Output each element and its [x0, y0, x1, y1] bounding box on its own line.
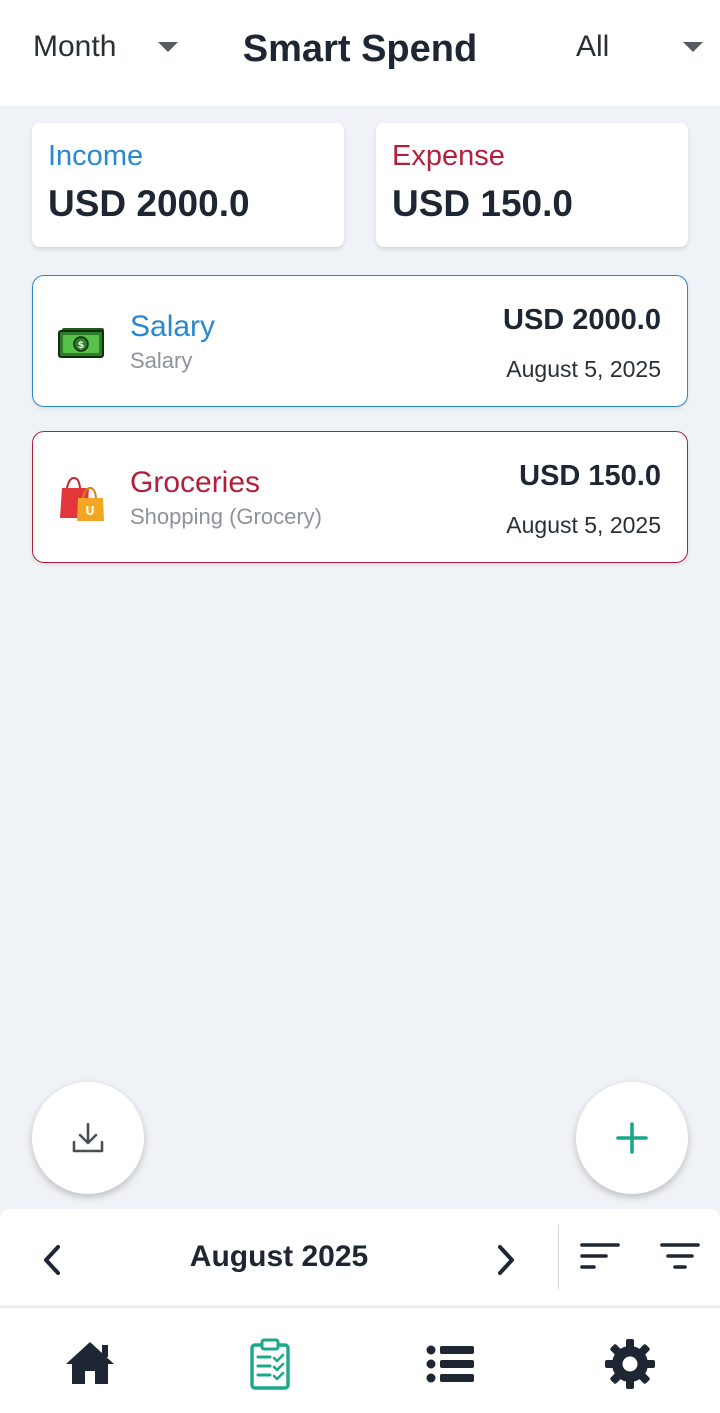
- shopping-bag-icon: U: [60, 476, 104, 521]
- chevron-right-icon[interactable]: [492, 1243, 520, 1277]
- transaction-category: Salary: [130, 348, 193, 373]
- filter-icon[interactable]: [660, 1241, 700, 1273]
- income-label: Income: [48, 140, 144, 172]
- sort-icon[interactable]: [580, 1241, 620, 1273]
- period-bar: August 2025: [0, 1209, 720, 1305]
- transaction-name: Salary: [130, 310, 216, 343]
- svg-text:$: $: [78, 340, 85, 351]
- add-transaction-button[interactable]: [576, 1082, 688, 1194]
- expense-summary-card: Expense USD 150.0: [376, 123, 688, 247]
- plus-icon: [616, 1122, 648, 1154]
- expense-value: USD 150.0: [392, 183, 573, 224]
- clipboard-icon[interactable]: [242, 1336, 298, 1392]
- transaction-name: Groceries: [130, 466, 261, 499]
- chevron-down-icon: [683, 42, 704, 52]
- download-button[interactable]: [32, 1082, 144, 1194]
- period-label: August 2025: [189, 1240, 369, 1273]
- transaction-date: August 5, 2025: [506, 512, 661, 538]
- transaction-item[interactable]: U Groceries Shopping (Grocery) USD 150.0…: [32, 431, 688, 563]
- top-bar: Month Smart Spend All: [0, 0, 720, 106]
- money-icon: $: [58, 328, 104, 358]
- expense-label: Expense: [392, 140, 505, 172]
- transaction-amount: USD 150.0: [519, 460, 661, 492]
- transaction-item[interactable]: $ Salary Salary USD 2000.0 August 5, 202…: [32, 275, 688, 407]
- divider: [558, 1225, 559, 1289]
- home-icon[interactable]: [62, 1336, 118, 1392]
- filter-dropdown[interactable]: All: [576, 30, 704, 64]
- transaction-amount: USD 2000.0: [503, 304, 661, 336]
- transaction-date: August 5, 2025: [506, 356, 661, 382]
- filter-dropdown-label: All: [576, 30, 610, 63]
- list-icon[interactable]: [422, 1336, 478, 1392]
- income-value: USD 2000.0: [48, 183, 250, 224]
- gear-icon[interactable]: [602, 1336, 658, 1392]
- svg-text:U: U: [85, 504, 95, 518]
- income-summary-card: Income USD 2000.0: [32, 123, 344, 247]
- bottom-navigation: [0, 1307, 720, 1413]
- transaction-category: Shopping (Grocery): [130, 504, 322, 529]
- download-icon: [72, 1122, 104, 1153]
